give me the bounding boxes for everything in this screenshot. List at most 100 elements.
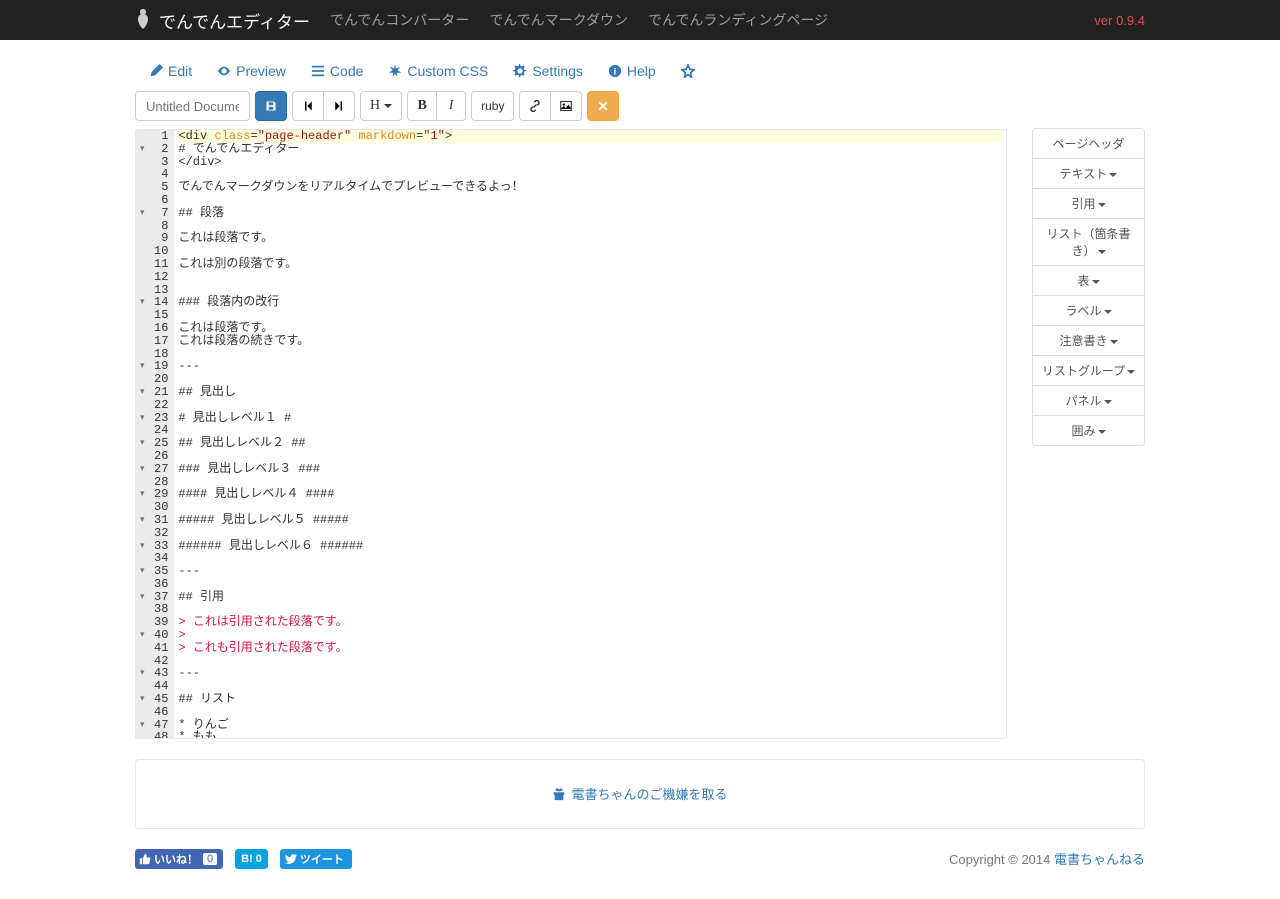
code-line[interactable]: <div class="page-header" markdown="1">	[178, 130, 1002, 143]
tab-favorite[interactable]	[681, 63, 695, 79]
hatena-button[interactable]: B! 0	[235, 849, 268, 869]
ruby-button[interactable]: ruby	[471, 91, 514, 121]
code-line[interactable]	[178, 271, 1002, 284]
pencil-icon	[149, 64, 163, 78]
code-line[interactable]	[178, 578, 1002, 591]
step-forward-icon	[333, 100, 345, 112]
code-editor[interactable]: 1234567891011121314151617181920212223242…	[135, 129, 1007, 739]
code-line[interactable]: これは段落です。	[178, 232, 1002, 245]
code-line[interactable]: >	[178, 629, 1002, 642]
snippet-item[interactable]: リスト（箇条書き）	[1032, 218, 1145, 266]
code-line[interactable]	[178, 706, 1002, 719]
code-line[interactable]	[178, 655, 1002, 668]
gift-icon	[552, 787, 566, 801]
snippet-sidebar: ページヘッダテキスト引用リスト（箇条書き）表ラベル注意書きリストグループパネル囲…	[1032, 128, 1145, 446]
code-line[interactable]: ## 見出しレベル２ ##	[178, 437, 1002, 450]
code-line[interactable]: ---	[178, 565, 1002, 578]
code-line[interactable]	[178, 309, 1002, 322]
code-line[interactable]: これは段落の続きです。	[178, 335, 1002, 348]
footer: いいね！ 0 B! 0 ツイート Copyright © 2014 電書ちゃんね…	[135, 849, 1145, 869]
list-icon	[311, 64, 325, 78]
twitter-button[interactable]: ツイート	[280, 849, 352, 869]
prev-button[interactable]	[292, 91, 324, 121]
next-button[interactable]	[323, 91, 355, 121]
code-line[interactable]	[178, 552, 1002, 565]
code-line[interactable]	[178, 220, 1002, 233]
navbar: でんでんエディター でんでんコンバーター でんでんマークダウン でんでんランディ…	[0, 0, 1280, 40]
code-line[interactable]	[178, 680, 1002, 693]
code-line[interactable]: ---	[178, 360, 1002, 373]
editor-content[interactable]: <div class="page-header" markdown="1"># …	[174, 130, 1006, 738]
code-line[interactable]	[178, 527, 1002, 540]
italic-button[interactable]: I	[436, 91, 466, 121]
code-line[interactable]: > これも引用された段落です。	[178, 642, 1002, 655]
code-line[interactable]	[178, 348, 1002, 361]
tab-custom-css[interactable]: Custom CSS	[388, 63, 488, 79]
code-line[interactable]	[178, 450, 1002, 463]
svg-text:i: i	[614, 67, 617, 78]
code-line[interactable]: ## 引用	[178, 591, 1002, 604]
code-line[interactable]: > これは引用された段落です。	[178, 616, 1002, 629]
code-line[interactable]	[178, 194, 1002, 207]
copyright-link[interactable]: 電書ちゃんねる	[1054, 852, 1145, 867]
brand-text: でんでんエディター	[159, 8, 310, 33]
tab-edit[interactable]: Edit	[149, 63, 192, 79]
brand[interactable]: でんでんエディター	[135, 8, 310, 33]
nav-link-landing[interactable]: でんでんランディングページ	[648, 10, 828, 30]
code-line[interactable]: ### 見出しレベル３ ###	[178, 463, 1002, 476]
nav-link-converter[interactable]: でんでんコンバーター	[330, 10, 469, 30]
snippet-item[interactable]: 引用	[1032, 188, 1145, 219]
save-button[interactable]	[255, 91, 287, 121]
editor-toolbar: H B I ruby	[135, 91, 1145, 121]
version-label: ver 0.9.4	[1094, 13, 1145, 28]
bold-button[interactable]: B	[407, 91, 437, 121]
code-line[interactable]	[178, 284, 1002, 297]
code-line[interactable]: ### 段落内の改行	[178, 296, 1002, 309]
code-line[interactable]: #### 見出しレベル４ ####	[178, 488, 1002, 501]
code-line[interactable]: # でんでんエディター	[178, 143, 1002, 156]
snippet-item[interactable]: 注意書き	[1032, 325, 1145, 356]
link-icon	[529, 100, 541, 112]
code-line[interactable]: ---	[178, 667, 1002, 680]
code-line[interactable]: これは別の段落です。	[178, 258, 1002, 271]
clear-button[interactable]	[587, 91, 619, 121]
tab-code[interactable]: Code	[311, 63, 363, 79]
facebook-like-button[interactable]: いいね！ 0	[135, 849, 223, 869]
copyright: Copyright © 2014 電書ちゃんねる	[949, 849, 1145, 868]
code-line[interactable]: </div>	[178, 156, 1002, 169]
code-line[interactable]: * りんご	[178, 719, 1002, 732]
code-line[interactable]	[178, 399, 1002, 412]
snippet-item[interactable]: パネル	[1032, 385, 1145, 416]
snippet-item[interactable]: テキスト	[1032, 158, 1145, 189]
twitter-icon	[285, 853, 297, 865]
code-line[interactable]: ## 段落	[178, 207, 1002, 220]
snippet-item[interactable]: リストグループ	[1032, 355, 1145, 386]
snippet-item[interactable]: 囲み	[1032, 415, 1145, 446]
code-line[interactable]: # 見出しレベル１ #	[178, 412, 1002, 425]
tab-settings[interactable]: Settings	[513, 63, 583, 79]
nav-link-markdown[interactable]: でんでんマークダウン	[489, 10, 628, 30]
snippet-item[interactable]: ページヘッダ	[1032, 128, 1145, 159]
code-line[interactable]: ## 見出し	[178, 386, 1002, 399]
code-line[interactable]: ##### 見出しレベル５ #####	[178, 514, 1002, 527]
link-button[interactable]	[519, 91, 551, 121]
code-line[interactable]: これは段落です。	[178, 322, 1002, 335]
document-title-input[interactable]	[135, 91, 250, 121]
code-line[interactable]	[178, 501, 1002, 514]
heading-button[interactable]: H	[360, 91, 402, 121]
code-line[interactable]: ###### 見出しレベル６ ######	[178, 540, 1002, 553]
code-line[interactable]	[178, 245, 1002, 258]
code-line[interactable]: でんでんマークダウンをリアルタイムでプレビューできるよっ！	[178, 181, 1002, 194]
tab-preview[interactable]: Preview	[217, 63, 286, 79]
snippet-item[interactable]: ラベル	[1032, 295, 1145, 326]
tab-help[interactable]: i Help	[608, 63, 656, 79]
snippet-item[interactable]: 表	[1032, 265, 1145, 296]
image-button[interactable]	[550, 91, 582, 121]
donate-panel: 電書ちゃんのご機嫌を取る	[135, 759, 1145, 829]
asterisk-icon	[388, 64, 402, 78]
code-line[interactable]: ## リスト	[178, 693, 1002, 706]
step-backward-icon	[302, 100, 314, 112]
code-line[interactable]: * もも	[178, 731, 1002, 738]
code-line[interactable]	[178, 373, 1002, 386]
donate-link[interactable]: 電書ちゃんのご機嫌を取る	[552, 784, 727, 803]
